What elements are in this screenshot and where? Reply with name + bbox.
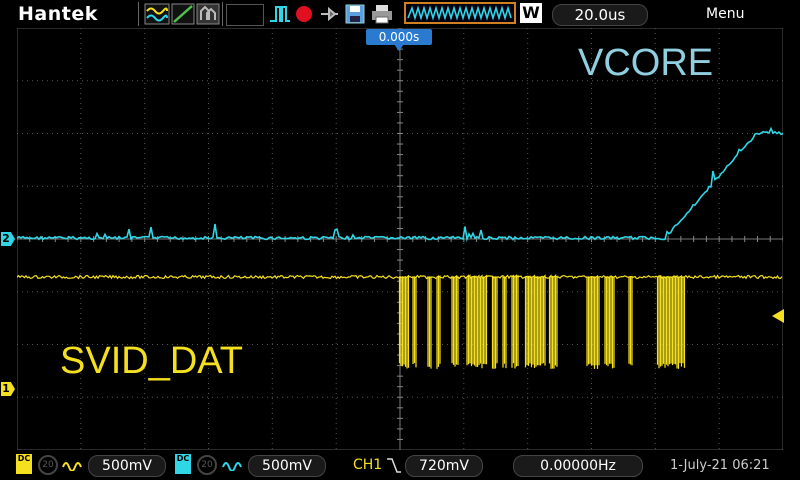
probe-icon[interactable]: [318, 3, 340, 25]
print-icon[interactable]: [370, 3, 394, 25]
trigger-level-marker[interactable]: [770, 309, 784, 323]
trigger-position-arrow: [394, 44, 404, 51]
wave-badge: W: [520, 3, 542, 23]
vcore-label: VCORE: [578, 42, 714, 84]
ch2-coupling-badge: DC: [175, 454, 191, 474]
svid-dat-label: SVID_DAT: [60, 340, 244, 382]
channel-1-ground-marker[interactable]: 1: [1, 382, 15, 396]
line-mode-icon[interactable]: [171, 3, 195, 25]
divider: [138, 2, 139, 26]
ch2-bandwidth-limit: 20: [197, 455, 217, 475]
rising-edge-icon: [387, 458, 401, 473]
blank-slot: [226, 4, 264, 26]
record-icon[interactable]: [293, 3, 315, 25]
ch1-scale[interactable]: 500mV: [88, 455, 166, 477]
save-icon[interactable]: [344, 3, 366, 25]
persist-icon[interactable]: [196, 3, 220, 25]
ch2-scale[interactable]: 500mV: [248, 455, 326, 477]
ch2-probe-icon: [222, 462, 242, 471]
timebase-display[interactable]: 20.0us: [552, 4, 648, 26]
divider: [222, 2, 223, 26]
ch1-bandwidth-limit: 20: [38, 455, 58, 475]
memory-waveform-indicator: [404, 2, 516, 24]
ch1-coupling-badge: DC: [16, 454, 32, 474]
brand-logo: Hantek: [18, 3, 98, 25]
datetime: 1-July-21 06:21: [670, 458, 770, 473]
single-pulse-icon[interactable]: [268, 3, 292, 25]
top-toolbar: Hantek W 20.0us Menu: [0, 0, 800, 28]
waveform-display: [17, 28, 783, 450]
trigger-position-marker[interactable]: 0.000s: [366, 29, 432, 45]
menu-button[interactable]: Menu: [706, 6, 744, 22]
ch1-probe-icon: [62, 462, 82, 471]
trigger-source[interactable]: CH1: [353, 457, 382, 473]
channel-2-ground-marker[interactable]: 2: [1, 232, 15, 246]
wave-mode-icon[interactable]: [144, 3, 170, 25]
frequency-counter: 0.00000Hz: [513, 455, 643, 477]
trigger-level[interactable]: 720mV: [405, 455, 483, 477]
